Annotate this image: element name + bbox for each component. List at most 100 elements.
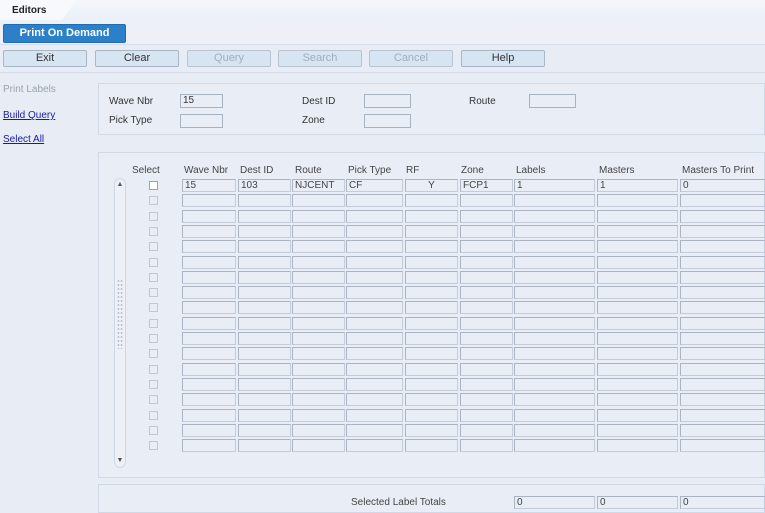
wave-nbr-cell[interactable]	[182, 439, 236, 452]
wave-nbr-input[interactable]: 15	[180, 94, 223, 108]
pick-type-cell[interactable]	[346, 393, 403, 406]
dest-id-cell[interactable]	[238, 271, 291, 284]
pick-type-input[interactable]	[180, 114, 223, 128]
select-checkbox[interactable]	[149, 365, 158, 374]
masters-cell[interactable]	[597, 194, 678, 207]
wave-nbr-cell[interactable]	[182, 317, 236, 330]
labels-cell[interactable]	[514, 439, 595, 452]
pick-type-cell[interactable]	[346, 378, 403, 391]
route-cell[interactable]	[292, 424, 345, 437]
route-cell[interactable]	[292, 363, 345, 376]
dest-id-cell[interactable]	[238, 317, 291, 330]
zone-cell[interactable]	[460, 210, 513, 223]
route-cell[interactable]	[292, 286, 345, 299]
select-checkbox[interactable]	[149, 334, 158, 343]
route-cell[interactable]	[292, 271, 345, 284]
route-cell[interactable]: NJCENT	[292, 179, 345, 192]
masters-to-print-cell[interactable]	[680, 332, 765, 345]
labels-cell[interactable]	[514, 363, 595, 376]
rf-cell[interactable]	[405, 286, 458, 299]
pick-type-cell[interactable]	[346, 286, 403, 299]
dest-id-cell[interactable]: 103	[238, 179, 291, 192]
select-checkbox[interactable]	[149, 258, 158, 267]
select-checkbox[interactable]	[149, 349, 158, 358]
pick-type-cell[interactable]	[346, 240, 403, 253]
masters-to-print-cell[interactable]	[680, 378, 765, 391]
dest-id-cell[interactable]	[238, 378, 291, 391]
masters-cell[interactable]	[597, 332, 678, 345]
wave-nbr-cell[interactable]	[182, 256, 236, 269]
zone-cell[interactable]	[460, 317, 513, 330]
rf-cell[interactable]	[405, 301, 458, 314]
wave-nbr-cell[interactable]	[182, 424, 236, 437]
masters-cell[interactable]	[597, 210, 678, 223]
dest-id-cell[interactable]	[238, 439, 291, 452]
rf-cell[interactable]	[405, 317, 458, 330]
screen-title-tab[interactable]: Print On Demand	[3, 24, 126, 43]
rf-cell[interactable]	[405, 409, 458, 422]
cancel-button[interactable]: Cancel	[369, 50, 453, 67]
wave-nbr-cell[interactable]	[182, 210, 236, 223]
route-cell[interactable]	[292, 393, 345, 406]
masters-to-print-cell[interactable]	[680, 363, 765, 376]
pick-type-cell[interactable]	[346, 210, 403, 223]
pick-type-cell[interactable]	[346, 256, 403, 269]
rf-cell[interactable]	[405, 256, 458, 269]
labels-cell[interactable]	[514, 347, 595, 360]
masters-cell[interactable]	[597, 271, 678, 284]
zone-cell[interactable]	[460, 271, 513, 284]
exit-button[interactable]: Exit	[3, 50, 87, 67]
masters-cell[interactable]	[597, 317, 678, 330]
labels-cell[interactable]	[514, 194, 595, 207]
labels-cell[interactable]	[514, 301, 595, 314]
rf-cell[interactable]	[405, 393, 458, 406]
masters-to-print-cell[interactable]	[680, 240, 765, 253]
select-all-link[interactable]: Select All	[3, 134, 44, 145]
scroll-up-icon[interactable]: ▲	[115, 179, 125, 191]
labels-cell[interactable]	[514, 210, 595, 223]
route-cell[interactable]	[292, 347, 345, 360]
masters-cell[interactable]	[597, 439, 678, 452]
masters-to-print-cell[interactable]	[680, 317, 765, 330]
zone-cell[interactable]	[460, 240, 513, 253]
pick-type-cell[interactable]	[346, 347, 403, 360]
dest-id-cell[interactable]	[238, 210, 291, 223]
masters-cell[interactable]	[597, 225, 678, 238]
zone-cell[interactable]	[460, 393, 513, 406]
masters-cell[interactable]	[597, 363, 678, 376]
dest-id-cell[interactable]	[238, 286, 291, 299]
dest-id-cell[interactable]	[238, 409, 291, 422]
select-checkbox[interactable]	[149, 380, 158, 389]
wave-nbr-cell[interactable]	[182, 301, 236, 314]
scroll-grip-handle[interactable]	[117, 279, 123, 349]
masters-to-print-cell[interactable]	[680, 393, 765, 406]
dest-id-cell[interactable]	[238, 363, 291, 376]
wave-nbr-cell[interactable]	[182, 347, 236, 360]
labels-cell[interactable]	[514, 256, 595, 269]
labels-cell[interactable]	[514, 317, 595, 330]
select-checkbox[interactable]	[149, 242, 158, 251]
select-checkbox[interactable]	[149, 303, 158, 312]
masters-cell[interactable]	[597, 347, 678, 360]
pick-type-cell[interactable]	[346, 194, 403, 207]
route-cell[interactable]	[292, 439, 345, 452]
scroll-down-icon[interactable]: ▼	[115, 455, 125, 467]
select-checkbox[interactable]	[149, 273, 158, 282]
masters-cell[interactable]	[597, 424, 678, 437]
dest-id-cell[interactable]	[238, 424, 291, 437]
masters-to-print-cell[interactable]	[680, 256, 765, 269]
pick-type-cell[interactable]	[346, 439, 403, 452]
masters-to-print-cell[interactable]	[680, 225, 765, 238]
masters-cell[interactable]	[597, 256, 678, 269]
pick-type-cell[interactable]	[346, 301, 403, 314]
zone-cell[interactable]	[460, 332, 513, 345]
labels-cell[interactable]	[514, 378, 595, 391]
select-checkbox[interactable]	[149, 395, 158, 404]
select-checkbox[interactable]	[149, 181, 158, 190]
wave-nbr-cell[interactable]: 15	[182, 179, 236, 192]
zone-cell[interactable]	[460, 347, 513, 360]
labels-cell[interactable]	[514, 225, 595, 238]
route-cell[interactable]	[292, 256, 345, 269]
search-button[interactable]: Search	[278, 50, 362, 67]
masters-to-print-cell[interactable]	[680, 301, 765, 314]
